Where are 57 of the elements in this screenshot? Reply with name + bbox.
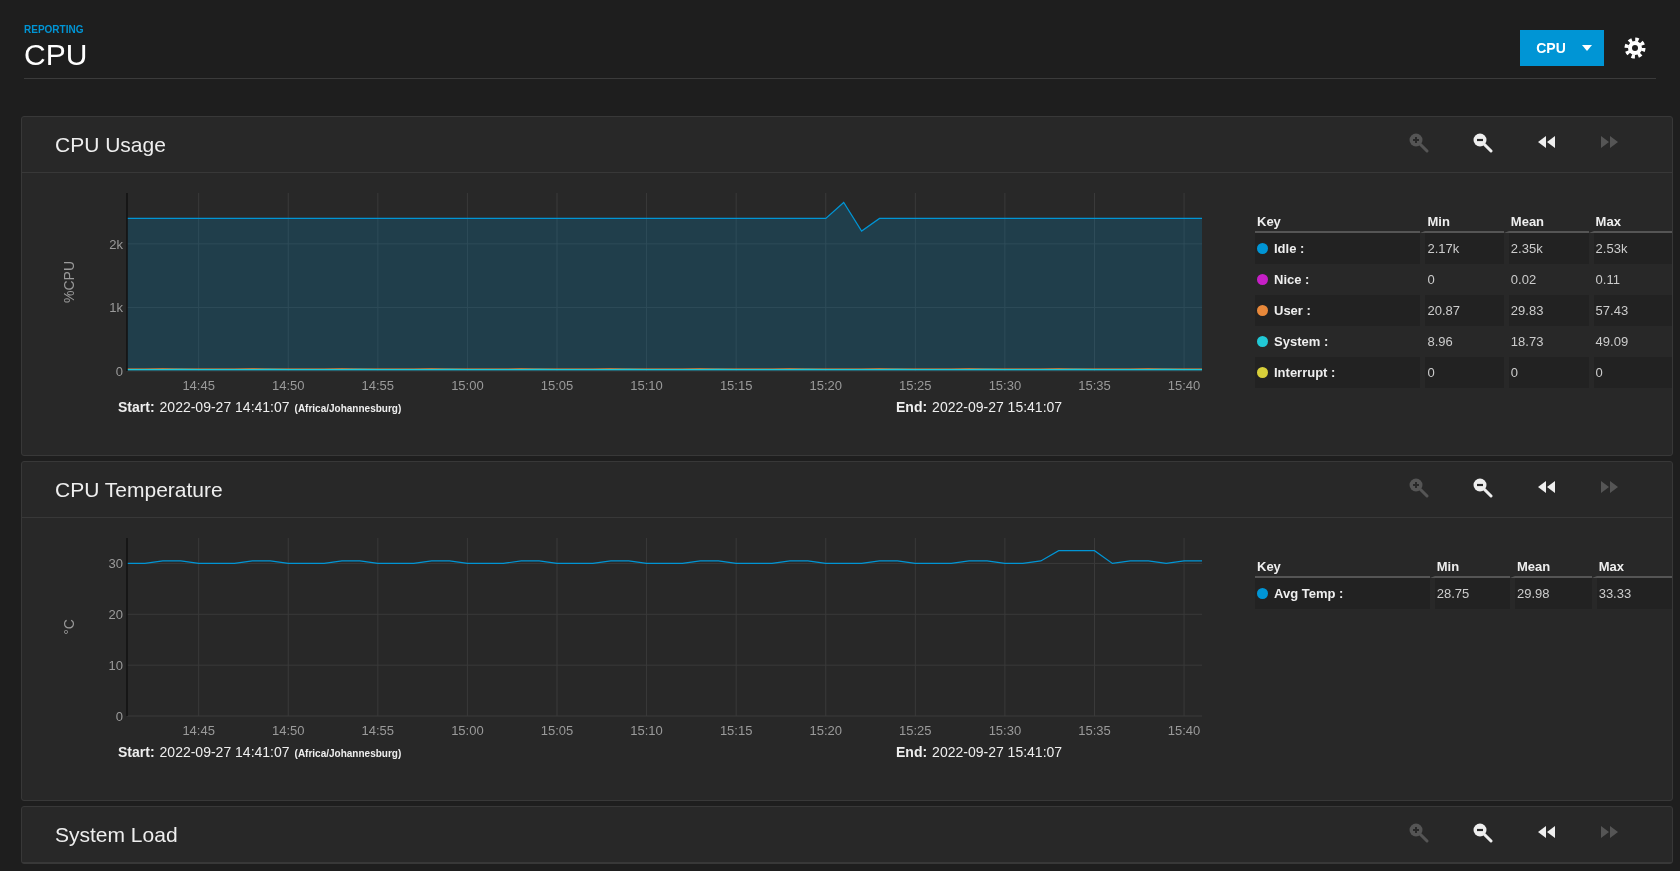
end-time: 2022-09-27 15:41:07 bbox=[932, 744, 1063, 760]
report-dropdown[interactable]: CPU bbox=[1520, 30, 1604, 66]
y-tick-label: 0 bbox=[115, 364, 123, 379]
x-tick-label: 15:25 bbox=[899, 378, 932, 393]
y-tick-label: 10 bbox=[108, 658, 123, 674]
start-time: 2022-09-27 14:41:07 bbox=[159, 744, 290, 760]
series-name: Avg Temp : bbox=[1274, 586, 1344, 601]
page-title: CPU bbox=[24, 38, 89, 72]
card-title: CPU Usage bbox=[55, 132, 167, 157]
x-tick-label: 15:15 bbox=[719, 723, 753, 738]
y-tick-label: 20 bbox=[108, 607, 123, 623]
x-tick-label: 14:45 bbox=[182, 723, 215, 738]
series-name: User : bbox=[1274, 303, 1311, 318]
timezone: (Africa/Johannesburg) bbox=[294, 403, 402, 414]
x-tick-label: 15:35 bbox=[1078, 723, 1111, 738]
x-tick-label: 15:20 bbox=[809, 723, 842, 738]
series-name: Interrupt : bbox=[1274, 365, 1336, 380]
end-label: End: bbox=[896, 744, 928, 760]
y-axis-label: °C bbox=[61, 619, 77, 635]
y-axis-label: %CPU bbox=[61, 261, 77, 303]
x-tick-label: 15:40 bbox=[1167, 378, 1201, 393]
x-tick-label: 14:55 bbox=[361, 378, 395, 393]
x-tick-label: 15:05 bbox=[540, 378, 574, 393]
x-tick-label: 15:05 bbox=[540, 723, 574, 738]
y-tick-label: 30 bbox=[108, 556, 123, 572]
card-title: CPU Temperature bbox=[55, 477, 224, 502]
x-tick-label: 15:00 bbox=[451, 723, 484, 738]
end-label: End: bbox=[896, 399, 928, 415]
settings-icon[interactable] bbox=[1624, 37, 1646, 59]
x-tick-label: 15:35 bbox=[1078, 378, 1111, 393]
card-title: System Load bbox=[55, 822, 179, 847]
start-time: 2022-09-27 14:41:07 bbox=[159, 399, 290, 415]
start-label: Start: bbox=[118, 744, 155, 760]
timezone: (Africa/Johannesburg) bbox=[294, 748, 402, 759]
x-tick-label: 15:00 bbox=[451, 378, 484, 393]
x-tick-label: 14:50 bbox=[272, 723, 305, 738]
x-tick-label: 15:30 bbox=[988, 723, 1022, 738]
x-tick-label: 15:40 bbox=[1167, 723, 1201, 738]
x-tick-label: 15:20 bbox=[809, 378, 842, 393]
x-tick-label: 14:55 bbox=[361, 723, 395, 738]
x-tick-label: 15:10 bbox=[630, 378, 663, 393]
series-name: Idle : bbox=[1274, 241, 1305, 256]
series-name: Nice : bbox=[1274, 272, 1310, 287]
y-tick-label: 0 bbox=[115, 709, 123, 724]
y-tick-label: 1k bbox=[109, 300, 123, 316]
x-tick-label: 14:50 bbox=[272, 378, 305, 393]
x-tick-label: 15:15 bbox=[719, 378, 753, 393]
x-tick-label: 15:30 bbox=[988, 378, 1022, 393]
y-tick-label: 2k bbox=[109, 236, 123, 252]
series-name: System : bbox=[1274, 334, 1329, 349]
start-label: Start: bbox=[118, 399, 155, 415]
end-time: 2022-09-27 15:41:07 bbox=[932, 399, 1063, 415]
x-tick-label: 15:25 bbox=[899, 723, 932, 738]
caret-icon bbox=[1581, 45, 1592, 51]
x-tick-label: 14:45 bbox=[182, 378, 215, 393]
x-tick-label: 15:10 bbox=[630, 723, 663, 738]
breadcrumb: REPORTING bbox=[24, 24, 85, 35]
